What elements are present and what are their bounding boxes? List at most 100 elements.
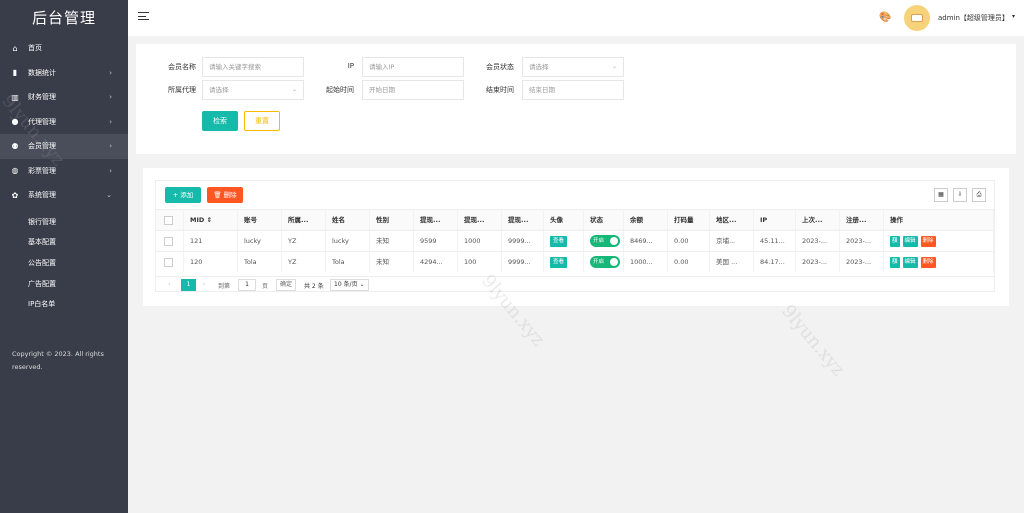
export-icon[interactable]: ⇩: [953, 188, 967, 202]
cell-withdraw-1: 4294...: [414, 252, 458, 272]
sidebar-item-finance[interactable]: ▥ 财务管理 ›: [0, 85, 128, 110]
palette-icon[interactable]: 🎨: [879, 12, 891, 23]
cell-mid: 120: [184, 252, 238, 272]
cell-register: 2023-...: [840, 252, 884, 272]
chevron-right-icon: ›: [109, 166, 112, 175]
column-header-balance: 余额: [624, 210, 668, 230]
sidebar-item-label: 首页: [28, 44, 42, 53]
print-icon[interactable]: ⎙: [972, 188, 986, 202]
page-confirm-button[interactable]: 确定: [276, 279, 297, 291]
member-status-select[interactable]: 请选择 ⌄: [522, 57, 624, 77]
select-all-checkbox[interactable]: [156, 210, 184, 230]
cell-actions: 額编辑 删除: [884, 252, 994, 272]
column-header-register: 注册...: [840, 210, 884, 230]
agent-placeholder: 请选择: [209, 86, 229, 94]
cell-region: 京埔...: [710, 231, 754, 251]
view-avatar-button[interactable]: 查看: [550, 235, 568, 247]
cell-actions: 額编辑 删除: [884, 231, 994, 251]
chevron-down-icon: ⌄: [106, 191, 112, 200]
amount-button[interactable]: 額: [890, 235, 900, 247]
delete-button[interactable]: 🗑 删除: [207, 187, 243, 203]
cell-last-login: 2023-...: [796, 252, 840, 272]
row-checkbox[interactable]: [156, 231, 184, 251]
sidebar-subitem-ip-whitelist[interactable]: IP白名单: [0, 294, 128, 315]
column-header-bet: 打码量: [668, 210, 710, 230]
sidebar-item-agents[interactable]: ● 代理管理 ›: [0, 110, 128, 135]
top-bar: 🎨 admin【超级管理员】 ▾: [128, 0, 1024, 36]
total-count: 共 2 条: [304, 283, 324, 290]
sidebar-item-system[interactable]: ✿ 系统管理 ⌄: [0, 183, 128, 208]
table-row: 121 lucky YZ lucky 未知 9599 1000 9999... …: [156, 230, 994, 251]
table-container: + 添加 🗑 删除 ▦ ⇩ ⎙ MID ⇕ 账号 所属... 姓名 性别 提现.…: [155, 180, 995, 292]
edit-button[interactable]: 编辑: [902, 235, 918, 247]
sidebar-item-statistics[interactable]: ▮ 数据统计 ›: [0, 61, 128, 86]
user-icon: ●: [11, 117, 19, 127]
column-header-withdraw-1: 提现...: [414, 210, 458, 230]
menu-toggle-icon[interactable]: [138, 12, 149, 21]
view-avatar-button[interactable]: 查看: [550, 256, 568, 268]
status-toggle[interactable]: 开启: [590, 235, 620, 247]
sidebar-item-label: 代理管理: [28, 117, 56, 126]
chevron-right-icon: ›: [109, 68, 112, 77]
next-page-button[interactable]: ›: [203, 281, 205, 288]
row-checkbox[interactable]: [156, 252, 184, 272]
agent-select[interactable]: 请选择 ⌄: [202, 80, 304, 100]
filter-panel: 会员名称 请输入关键字搜索 IP 请输入IP 会员状态 请选择 ⌄ 所属代理 请选…: [136, 44, 1016, 154]
sidebar-item-label: 数据统计: [28, 68, 56, 77]
goto-label: 到第: [218, 283, 231, 290]
search-button[interactable]: 检索: [202, 111, 238, 131]
member-name-input[interactable]: 请输入关键字搜索: [202, 57, 304, 77]
column-header-mid[interactable]: MID ⇕: [184, 210, 238, 230]
avatar[interactable]: [904, 5, 930, 31]
delete-row-button[interactable]: 删除: [920, 256, 936, 268]
sidebar-item-members[interactable]: ⚉ 会员管理 ›: [0, 134, 128, 159]
cell-name: Tola: [326, 252, 370, 272]
column-header-name: 姓名: [326, 210, 370, 230]
cell-bet: 0.00: [668, 231, 710, 251]
column-header-region: 地区...: [710, 210, 754, 230]
users-icon: ⚉: [11, 141, 19, 151]
home-icon: ⌂: [12, 43, 18, 53]
add-button[interactable]: + 添加: [165, 187, 201, 203]
amount-button[interactable]: 額: [890, 256, 900, 268]
status-toggle[interactable]: 开启: [590, 256, 620, 268]
cell-avatar: 查看: [544, 252, 584, 272]
ip-input[interactable]: 请输入IP: [362, 57, 464, 77]
sidebar-item-label: 系统管理: [28, 191, 56, 200]
sort-icon[interactable]: ⇕: [207, 216, 212, 224]
prev-page-button[interactable]: ‹: [168, 281, 170, 288]
column-header-agent: 所属...: [282, 210, 326, 230]
sidebar-subitem-notice-config[interactable]: 公告配置: [0, 253, 128, 274]
cell-withdraw-3: 9999...: [502, 252, 544, 272]
sidebar-subitem-ad-config[interactable]: 广告配置: [0, 273, 128, 294]
cell-withdraw-3: 9999...: [502, 231, 544, 251]
page-jump-input[interactable]: 1: [238, 279, 256, 291]
page-number-current[interactable]: 1: [181, 279, 196, 291]
user-name[interactable]: admin【超级管理员】: [938, 13, 1009, 23]
cell-name: lucky: [326, 231, 370, 251]
sidebar-item-home[interactable]: ⌂ 首页: [0, 36, 128, 61]
sidebar-subitem-basic-config[interactable]: 基本配置: [0, 232, 128, 253]
reset-button[interactable]: 重置: [244, 111, 280, 131]
sidebar-item-lottery[interactable]: ◍ 彩票管理 ›: [0, 159, 128, 184]
caret-down-icon[interactable]: ▾: [1012, 13, 1015, 20]
sidebar-subitem-bank[interactable]: 银行管理: [0, 212, 128, 233]
columns-filter-icon[interactable]: ▦: [934, 188, 948, 202]
column-header-gender: 性别: [370, 210, 414, 230]
start-date-input[interactable]: 开始日期: [362, 80, 464, 100]
cell-register: 2023-...: [840, 231, 884, 251]
table-header-row: MID ⇕ 账号 所属... 姓名 性别 提现... 提现... 提现... 头…: [156, 209, 994, 230]
pagination: ‹ 1 › 到第 1 页 确定 共 2 条 10 条/页 ⌄: [156, 276, 994, 293]
sidebar-item-label: 会员管理: [28, 142, 56, 151]
end-date-input[interactable]: 结束日期: [522, 80, 624, 100]
cell-withdraw-2: 1000: [458, 231, 502, 251]
per-page-select[interactable]: 10 条/页 ⌄: [330, 279, 369, 291]
cell-status: 开启: [584, 252, 624, 272]
cell-last-login: 2023-...: [796, 231, 840, 251]
table-panel: + 添加 🗑 删除 ▦ ⇩ ⎙ MID ⇕ 账号 所属... 姓名 性别 提现.…: [143, 168, 1009, 306]
delete-row-button[interactable]: 删除: [920, 235, 936, 247]
sidebar-submenu-system: 银行管理 基本配置 公告配置 广告配置 IP白名单: [0, 208, 128, 315]
edit-button[interactable]: 编辑: [902, 256, 918, 268]
cell-gender: 未知: [370, 252, 414, 272]
ip-label: IP: [347, 62, 354, 70]
